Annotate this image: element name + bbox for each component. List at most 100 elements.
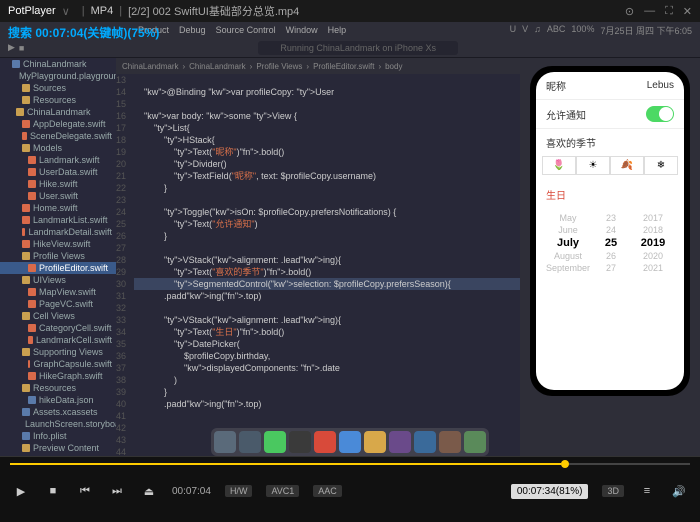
dock-app-icon[interactable] (239, 431, 261, 453)
nav-item[interactable]: UserData.swift (0, 166, 116, 178)
picker-value[interactable]: May (546, 212, 590, 224)
picker-value[interactable]: 2021 (632, 262, 674, 274)
play-button[interactable]: ▶ (12, 482, 30, 500)
season-segment[interactable]: 🌷☀🍂❄ (536, 150, 684, 181)
dock-app-icon[interactable] (214, 431, 236, 453)
menu-item[interactable]: Source Control (216, 25, 276, 35)
nav-item[interactable]: UIViews (0, 274, 116, 286)
duration-box[interactable]: 00:07:34(81%) (511, 484, 589, 499)
nav-item[interactable]: Hike.swift (0, 178, 116, 190)
nav-item[interactable]: Home.swift (0, 202, 116, 214)
nav-item[interactable]: ProfileEditor.swift (0, 262, 116, 274)
crumb-item[interactable]: Profile Views (256, 62, 302, 71)
nav-item[interactable]: CategoryCell.swift (0, 322, 116, 334)
nav-item[interactable]: Resources (0, 94, 116, 106)
app-name[interactable]: PotPlayer (8, 5, 56, 17)
picker-value[interactable]: 24 (590, 224, 632, 236)
dock-app-icon[interactable] (414, 431, 436, 453)
next-button[interactable]: ⏭ (108, 482, 126, 500)
nav-item[interactable]: MyPlayground.playground (0, 70, 116, 82)
subtitle-icon[interactable]: ≡ (638, 482, 656, 500)
run-icon[interactable]: ▶ (8, 42, 15, 53)
maximize-icon[interactable]: ⛶ (665, 5, 673, 18)
picker-value[interactable]: July (546, 236, 590, 250)
picker-value[interactable]: 27 (590, 262, 632, 274)
picker-value[interactable]: 2019 (632, 236, 674, 250)
pin-icon[interactable]: ⊙ (625, 5, 634, 18)
dock-app-icon[interactable] (364, 431, 386, 453)
minimize-icon[interactable]: — (644, 5, 655, 18)
dock-app-icon[interactable] (389, 431, 411, 453)
dock-app-icon[interactable] (264, 431, 286, 453)
code-editor[interactable]: 1314151617181920212223242526272829303132… (116, 74, 520, 456)
macos-dock[interactable] (211, 428, 489, 456)
stop-button[interactable]: ■ (44, 482, 62, 500)
dock-app-icon[interactable] (439, 431, 461, 453)
menu-item[interactable]: Help (328, 25, 347, 35)
eject-button[interactable]: ⏏ (140, 482, 158, 500)
nav-item[interactable]: Cell Views (0, 310, 116, 322)
nav-item[interactable]: Preview Content (0, 442, 116, 454)
nav-item[interactable]: PageVC.swift (0, 298, 116, 310)
nav-item[interactable]: Sources (0, 82, 116, 94)
nav-item[interactable]: Landmark.swift (0, 154, 116, 166)
picker-value[interactable]: 2018 (632, 224, 674, 236)
menu-item[interactable]: Window (286, 25, 318, 35)
stop-icon[interactable]: ■ (19, 43, 24, 53)
close-icon[interactable]: ✕ (683, 5, 692, 18)
volume-icon[interactable]: 🔊 (670, 482, 688, 500)
nav-item[interactable]: User.swift (0, 190, 116, 202)
crumb-item[interactable]: ChinaLandmark (189, 62, 245, 71)
nav-item[interactable]: ChinaLandmark (0, 58, 116, 70)
nav-item[interactable]: AppDelegate.swift (0, 118, 116, 130)
crumb-item[interactable]: ChinaLandmark (122, 62, 178, 71)
menu-item[interactable]: Debug (179, 25, 206, 35)
xcode-menubar[interactable]: ProductDebugSource ControlWindowHelp (138, 25, 346, 35)
nav-item[interactable]: Resources (0, 382, 116, 394)
nav-item[interactable]: Profile Views (0, 250, 116, 262)
nav-item[interactable]: HikeGraph.swift (0, 370, 116, 382)
iphone-frame: 昵称Lebus 允许通知 喜欢的季节 🌷☀🍂❄ 生日 MayJuneJulyAu… (530, 66, 690, 396)
nav-item[interactable]: ChinaLandmark (0, 106, 116, 118)
crumb-item[interactable]: ProfileEditor.swift (313, 62, 374, 71)
picker-value[interactable]: 23 (590, 212, 632, 224)
project-navigator[interactable]: ChinaLandmarkMyPlayground.playgroundSour… (0, 58, 116, 456)
progress-bar[interactable] (0, 457, 700, 471)
notify-toggle[interactable] (646, 106, 674, 122)
sd-tag[interactable]: 3D (602, 485, 624, 497)
nav-item[interactable]: LandmarkList.swift (0, 214, 116, 226)
dock-app-icon[interactable] (464, 431, 486, 453)
nav-item[interactable]: Assets.xcassets (0, 406, 116, 418)
nav-item[interactable]: HikeView.swift (0, 238, 116, 250)
nav-item[interactable]: SceneDelegate.swift (0, 130, 116, 142)
iphone-screen[interactable]: 昵称Lebus 允许通知 喜欢的季节 🌷☀🍂❄ 生日 MayJuneJulyAu… (536, 72, 684, 390)
prev-button[interactable]: ⏮ (76, 482, 94, 500)
breadcrumb[interactable]: ChinaLandmark›ChinaLandmark›Profile View… (116, 58, 520, 74)
picker-value[interactable]: September (546, 262, 590, 274)
picker-value[interactable]: 2017 (632, 212, 674, 224)
nav-item[interactable]: LandmarkDetail.swift (0, 226, 116, 238)
dock-app-icon[interactable] (289, 431, 311, 453)
dock-app-icon[interactable] (339, 431, 361, 453)
season-option[interactable]: 🌷 (542, 156, 576, 175)
season-option[interactable]: ❄ (644, 156, 678, 175)
nav-item[interactable]: MapView.swift (0, 286, 116, 298)
nav-item[interactable]: Models (0, 142, 116, 154)
nickname-value[interactable]: Lebus (647, 80, 674, 91)
nav-item[interactable]: Supporting Views (0, 346, 116, 358)
date-picker[interactable]: MayJuneJulyAugustSeptember 2324252627 2017… (536, 208, 684, 278)
dock-app-icon[interactable] (314, 431, 336, 453)
nav-item[interactable]: LandmarkCell.swift (0, 334, 116, 346)
picker-value[interactable]: June (546, 224, 590, 236)
season-option[interactable]: 🍂 (610, 156, 644, 175)
crumb-item[interactable]: body (385, 62, 402, 71)
nav-item[interactable]: GraphCapsule.swift (0, 358, 116, 370)
picker-value[interactable]: August (546, 250, 590, 262)
picker-value[interactable]: 2020 (632, 250, 674, 262)
picker-value[interactable]: 25 (590, 236, 632, 250)
nav-item[interactable]: LaunchScreen.storyboard (0, 418, 116, 430)
nav-item[interactable]: hikeData.json (0, 394, 116, 406)
season-option[interactable]: ☀ (576, 156, 610, 175)
nav-item[interactable]: Info.plist (0, 430, 116, 442)
picker-value[interactable]: 26 (590, 250, 632, 262)
